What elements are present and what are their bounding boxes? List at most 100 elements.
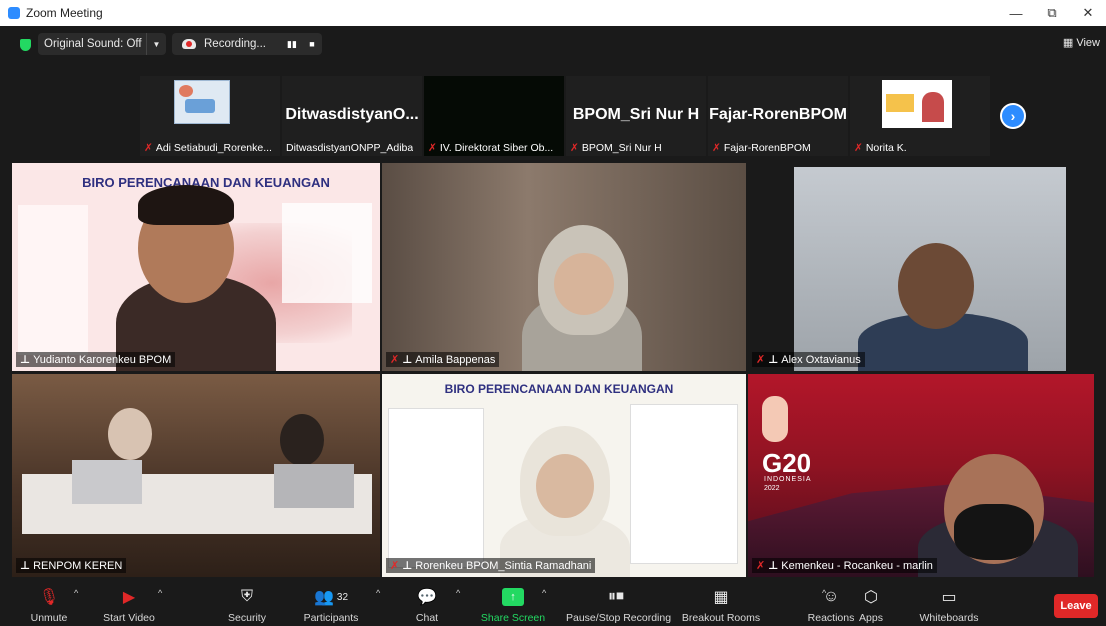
pin-icon: ⊥ bbox=[768, 354, 779, 366]
participants-chevron-icon[interactable]: ^ bbox=[376, 588, 380, 598]
video-tile[interactable]: ✗ ⊥ Amila Bappenas bbox=[382, 163, 746, 371]
cloud-recording-icon bbox=[182, 39, 196, 49]
minimize-button[interactable]: — bbox=[998, 0, 1034, 26]
view-button[interactable]: ▦ View bbox=[1063, 36, 1100, 49]
video-options-chevron-icon[interactable]: ^ bbox=[158, 588, 162, 598]
whiteboards-button[interactable]: ▭ Whiteboards bbox=[904, 586, 994, 624]
poster-image bbox=[882, 80, 952, 128]
thumbnail-tile[interactable]: DitwasdistyanO... DitwasdistyanONPP_Adib… bbox=[282, 76, 422, 156]
thumbnail-tile[interactable]: BPOM_Sri Nur H ✗ BPOM_Sri Nur H bbox=[566, 76, 706, 156]
apps-button[interactable]: ⬡ Apps bbox=[826, 586, 916, 624]
unmute-button[interactable]: 🎙 Unmute bbox=[4, 586, 94, 624]
mic-muted-icon: ✗ bbox=[390, 560, 400, 572]
video-tile[interactable]: G20 INDONESIA 2022 ✗ ⊥ Kemenkeu - Rocankeu… bbox=[748, 374, 1094, 577]
face-mask bbox=[954, 504, 1034, 560]
window-controls: — ⧉ ✕ bbox=[998, 0, 1106, 26]
original-sound-label: Original Sound: Off bbox=[44, 38, 142, 50]
tile-name-label: ✗ ⊥ Alex Oxtavianus bbox=[752, 352, 865, 367]
tile-name-label: ✗ ⊥ Amila Bappenas bbox=[386, 352, 500, 367]
view-label: View bbox=[1076, 37, 1100, 49]
laptop bbox=[274, 464, 354, 508]
participants-button[interactable]: 👥 32 Participants bbox=[286, 586, 376, 624]
thumbnail-tile[interactable]: ✗ Adi Setiabudi_Rorenke... bbox=[140, 76, 280, 156]
whiteboard-icon: ▭ bbox=[941, 589, 957, 606]
thumbnail-caption: ✗ Norita K. bbox=[854, 142, 907, 154]
thumbnail-caption: ✗ Adi Setiabudi_Rorenke... bbox=[144, 142, 272, 154]
slide-title: BIRO PERENCANAAN DAN KEUANGAN bbox=[444, 382, 674, 396]
thumbnail-name: BPOM_Sri Nur H bbox=[572, 106, 700, 123]
video-tile-active-speaker[interactable]: BIRO PERENCANAAN DAN KEUANGAN ⊥ Yudianto … bbox=[12, 163, 380, 371]
share-chevron-icon[interactable]: ^ bbox=[542, 588, 546, 598]
participant-face bbox=[536, 454, 594, 518]
next-page-arrow-icon[interactable]: › bbox=[1000, 103, 1026, 129]
window-title: Zoom Meeting bbox=[26, 6, 103, 20]
microphone-muted-icon: 🎙 bbox=[38, 589, 60, 606]
stop-recording-icon[interactable]: ■ bbox=[302, 33, 322, 55]
meeting-topbar: Original Sound: Off ▼ Recording... ▮▮ ■ bbox=[0, 28, 1106, 60]
mic-muted-icon: ✗ bbox=[756, 354, 766, 366]
apps-icon: ⬡ bbox=[864, 589, 878, 606]
window-titlebar: Zoom Meeting — ⧉ ✕ bbox=[0, 0, 1106, 26]
mic-muted-icon: ✗ bbox=[854, 142, 863, 154]
slide-left-panel bbox=[18, 205, 88, 355]
thumbnail-name: DitwasdistyanO... bbox=[285, 106, 419, 123]
meeting-toolbar: 🎙 Unmute ^ ▶ Start Video ^ ⛨ Security 👥 3… bbox=[0, 578, 1106, 626]
tile-name-label: ⊥ RENPOM KEREN bbox=[16, 558, 127, 573]
audio-options-chevron-icon[interactable]: ^ bbox=[74, 588, 78, 598]
breakout-rooms-icon: ▦ bbox=[713, 589, 729, 606]
participant-head bbox=[108, 408, 152, 460]
original-sound-toggle[interactable]: Original Sound: Off ▼ bbox=[38, 33, 166, 55]
pause-recording-icon[interactable]: ▮▮ bbox=[282, 33, 302, 55]
grid-view-icon: ▦ bbox=[1062, 37, 1074, 49]
tile-name-label: ✗ ⊥ Rorenkeu BPOM_Sintia Ramadhani bbox=[386, 558, 596, 573]
tile-name-label: ⊥ Yudianto Karorenkeu BPOM bbox=[16, 352, 176, 367]
g20-country: INDONESIA bbox=[764, 476, 812, 483]
pin-icon: ⊥ bbox=[20, 560, 31, 572]
g20-emblem-icon bbox=[762, 396, 788, 442]
mic-muted-icon: ✗ bbox=[390, 354, 400, 366]
video-tile[interactable]: ✗ ⊥ Alex Oxtavianus bbox=[748, 163, 1094, 371]
mic-muted-icon: ✗ bbox=[756, 560, 766, 572]
pause-stop-recording-button[interactable]: ⏸⏹ Pause/Stop Recording bbox=[566, 586, 671, 624]
video-tile[interactable]: BIRO PERENCANAAN DAN KEUANGAN ✗ ⊥ Rorenkeu… bbox=[382, 374, 746, 577]
participants-count: 32 bbox=[336, 591, 349, 603]
participants-icon: 👥 bbox=[313, 589, 334, 606]
slide-left-panel bbox=[388, 408, 484, 568]
g20-logo-text: G20 bbox=[762, 448, 812, 478]
participant-thumbnail-strip: ✗ Adi Setiabudi_Rorenke... DitwasdistyanO… bbox=[0, 76, 1106, 158]
restore-button[interactable]: ⧉ bbox=[1034, 0, 1070, 26]
participant-face bbox=[554, 253, 614, 315]
video-off-icon: ▶ bbox=[122, 589, 136, 606]
slide-right-panel bbox=[630, 404, 738, 564]
thumbnail-tile[interactable]: ✗ IV. Direktorat Siber Ob... bbox=[424, 76, 564, 156]
pin-icon: ⊥ bbox=[20, 354, 31, 366]
video-tile[interactable]: ⊥ RENPOM KEREN bbox=[12, 374, 380, 577]
pin-icon: ⊥ bbox=[768, 560, 779, 572]
thumbnail-tile[interactable]: ✗ Norita K. bbox=[850, 76, 990, 156]
thumbnail-caption: ✗ Fajar-RorenBPOM bbox=[712, 142, 811, 154]
mic-muted-icon: ✗ bbox=[144, 142, 153, 154]
slide-right-panel bbox=[282, 203, 372, 303]
thumbnail-caption: ✗ IV. Direktorat Siber Ob... bbox=[428, 142, 554, 154]
participant-head bbox=[280, 414, 324, 466]
pin-icon: ⊥ bbox=[402, 560, 413, 572]
mic-muted-icon: ✗ bbox=[570, 142, 579, 154]
plan-image bbox=[174, 80, 230, 124]
mic-muted-icon: ✗ bbox=[712, 142, 721, 154]
laptop bbox=[72, 460, 142, 504]
thumbnail-caption: ✗ BPOM_Sri Nur H bbox=[570, 142, 662, 154]
tile-name-label: ✗ ⊥ Kemenkeu - Rocankeu - marlin bbox=[752, 558, 937, 573]
breakout-rooms-button[interactable]: ▦ Breakout Rooms bbox=[676, 586, 766, 624]
pause-stop-icon: ⏸⏹ bbox=[607, 588, 624, 605]
chat-chevron-icon[interactable]: ^ bbox=[456, 588, 460, 598]
security-button[interactable]: ⛨ Security bbox=[202, 586, 292, 624]
thumbnail-tile[interactable]: Fajar-RorenBPOM ✗ Fajar-RorenBPOM bbox=[708, 76, 848, 156]
chevron-down-icon[interactable]: ▼ bbox=[146, 33, 166, 55]
encryption-shield-icon[interactable] bbox=[20, 39, 31, 51]
close-button[interactable]: ✕ bbox=[1070, 0, 1106, 26]
participant-head bbox=[898, 243, 974, 329]
leave-button[interactable]: Leave bbox=[1054, 594, 1098, 618]
zoom-app-icon bbox=[8, 7, 20, 19]
pin-icon: ⊥ bbox=[402, 354, 413, 366]
thumbnail-caption: DitwasdistyanONPP_Adiba bbox=[286, 142, 414, 154]
